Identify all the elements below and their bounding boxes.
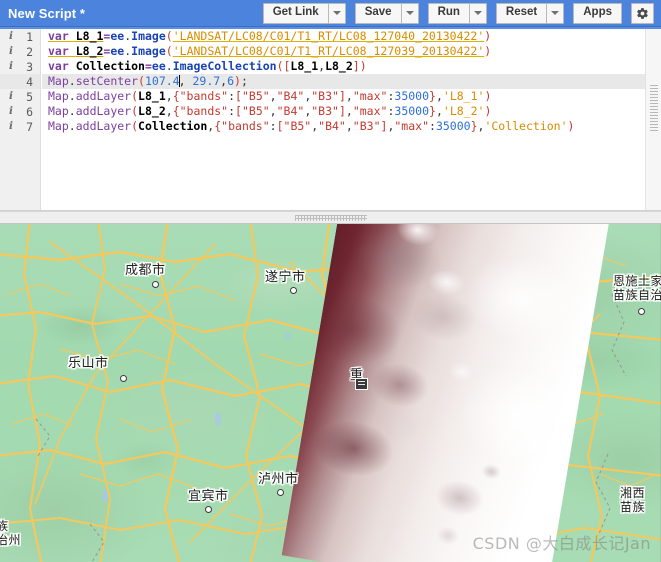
edge-left-line-2: 治州 [0, 533, 22, 547]
line-number: 6 [26, 104, 33, 119]
edge-left-line-1: 族 [0, 519, 9, 533]
script-title: New Script * [8, 5, 86, 21]
apps-button-group: Apps [573, 2, 622, 24]
line-number-gutter: i 1 i 2 i 3 4 i 5 i 6 i 7 [0, 29, 41, 210]
city-label-edge-left: 族治州 [0, 519, 21, 547]
code-text-area[interactable]: var L8_1=ee.Image('LANDSAT/LC08/C01/T1_R… [42, 29, 661, 210]
line-number: 7 [26, 119, 33, 134]
map-canvas[interactable]: 成都市 遂宁市 乐山市 宜宾市 泸州市 重 恩施土家 苗族自治 湘西 苗族 族治州 … [0, 224, 661, 562]
save-button[interactable]: Save [354, 2, 401, 24]
code-line-4[interactable]: Map.setCenter(107.4, 29.7,6); [42, 74, 661, 89]
run-dropdown-arrow[interactable] [468, 2, 487, 24]
scrollbar-grip[interactable] [650, 85, 658, 133]
gutter-row[interactable]: i 5 [0, 89, 40, 104]
gear-icon [637, 7, 648, 19]
city-label-luzhou: 泸州市 [258, 472, 299, 487]
gutter-row[interactable]: i 6 [0, 104, 40, 119]
xiangxi-line-1: 湘西 [620, 486, 646, 500]
settings-button[interactable] [631, 2, 654, 24]
get-link-button[interactable]: Get Link [262, 2, 328, 24]
info-icon[interactable]: i [9, 45, 13, 57]
enshi-line-2: 苗族自治 [613, 288, 661, 302]
line-number: 2 [26, 44, 33, 59]
chevron-down-icon [473, 11, 482, 15]
gutter-row[interactable]: i 7 [0, 119, 40, 134]
info-icon[interactable]: i [9, 120, 13, 132]
info-icon[interactable]: i [9, 60, 13, 72]
line-number: 1 [26, 29, 33, 44]
reset-dropdown-arrow[interactable] [546, 2, 565, 24]
info-icon[interactable]: i [9, 30, 13, 42]
city-label-yibin: 宜宾市 [188, 489, 229, 504]
xiangxi-line-2: 苗族 [620, 500, 646, 514]
run-button-group: Run [427, 2, 487, 24]
splitter-grip-icon [294, 215, 367, 221]
gutter-row[interactable]: i 1 [0, 29, 40, 44]
get-link-dropdown-arrow[interactable] [327, 2, 346, 24]
city-label-chengdu: 成都市 [125, 263, 166, 278]
chevron-down-icon [405, 11, 414, 15]
city-marker-enshi [638, 308, 645, 315]
code-line-7[interactable]: Map.addLayer(Collection,{"bands":["B5","… [42, 119, 661, 134]
code-line-1[interactable]: var L8_1=ee.Image('LANDSAT/LC08/C01/T1_R… [42, 29, 661, 44]
editor-map-splitter[interactable] [0, 211, 661, 224]
city-label-xiangxi: 湘西 苗族 [620, 486, 645, 514]
city-marker-yibin [205, 506, 212, 513]
info-icon[interactable]: i [9, 105, 13, 117]
code-line-2[interactable]: var L8_2=ee.Image('LANDSAT/LC08/C01/T1_R… [42, 44, 661, 59]
map-labels: 成都市 遂宁市 乐山市 宜宾市 泸州市 重 恩施土家 苗族自治 湘西 苗族 族治州 [0, 224, 661, 562]
city-marker-luzhou [277, 489, 284, 496]
reset-button-group: Reset [495, 2, 565, 24]
chevron-down-icon [551, 11, 560, 15]
city-label-leshan: 乐山市 [68, 356, 109, 371]
reset-button[interactable]: Reset [495, 2, 547, 24]
code-line-5[interactable]: Map.addLayer(L8_1,{"bands":["B5","B4","B… [42, 89, 661, 104]
city-marker-chongqing [355, 378, 368, 390]
code-editor-vertical-scrollbar[interactable] [645, 29, 661, 210]
city-marker-leshan [120, 375, 127, 382]
info-icon[interactable]: i [9, 90, 13, 102]
line-number: 3 [26, 59, 33, 74]
save-button-group: Save [354, 2, 419, 24]
gutter-row[interactable]: i 2 [0, 44, 40, 59]
line-number: 4 [26, 74, 33, 89]
code-line-6[interactable]: Map.addLayer(L8_2,{"bands":["B5","B4","B… [42, 104, 661, 119]
get-link-button-group: Get Link [262, 2, 346, 24]
city-label-enshi: 恩施土家 苗族自治 [613, 274, 661, 302]
run-button[interactable]: Run [427, 2, 469, 24]
code-editor[interactable]: i 1 i 2 i 3 4 i 5 i 6 i 7 var L8_1=ee.Im… [0, 27, 661, 211]
toolbar: New Script * Get Link Save Run Reset App… [0, 0, 661, 27]
city-marker-chengdu [152, 281, 159, 288]
line-number: 5 [26, 89, 33, 104]
save-dropdown-arrow[interactable] [400, 2, 419, 24]
chevron-down-icon [332, 11, 341, 15]
apps-button[interactable]: Apps [573, 2, 622, 24]
code-line-3[interactable]: var Collection=ee.ImageCollection([L8_1,… [42, 59, 661, 74]
gutter-row-current[interactable]: 4 [0, 74, 40, 89]
earth-engine-code-editor: New Script * Get Link Save Run Reset App… [0, 0, 661, 562]
enshi-line-1: 恩施土家 [613, 274, 661, 288]
city-label-suining: 遂宁市 [265, 270, 306, 285]
city-marker-suining [290, 287, 297, 294]
gutter-row[interactable]: i 3 [0, 59, 40, 74]
